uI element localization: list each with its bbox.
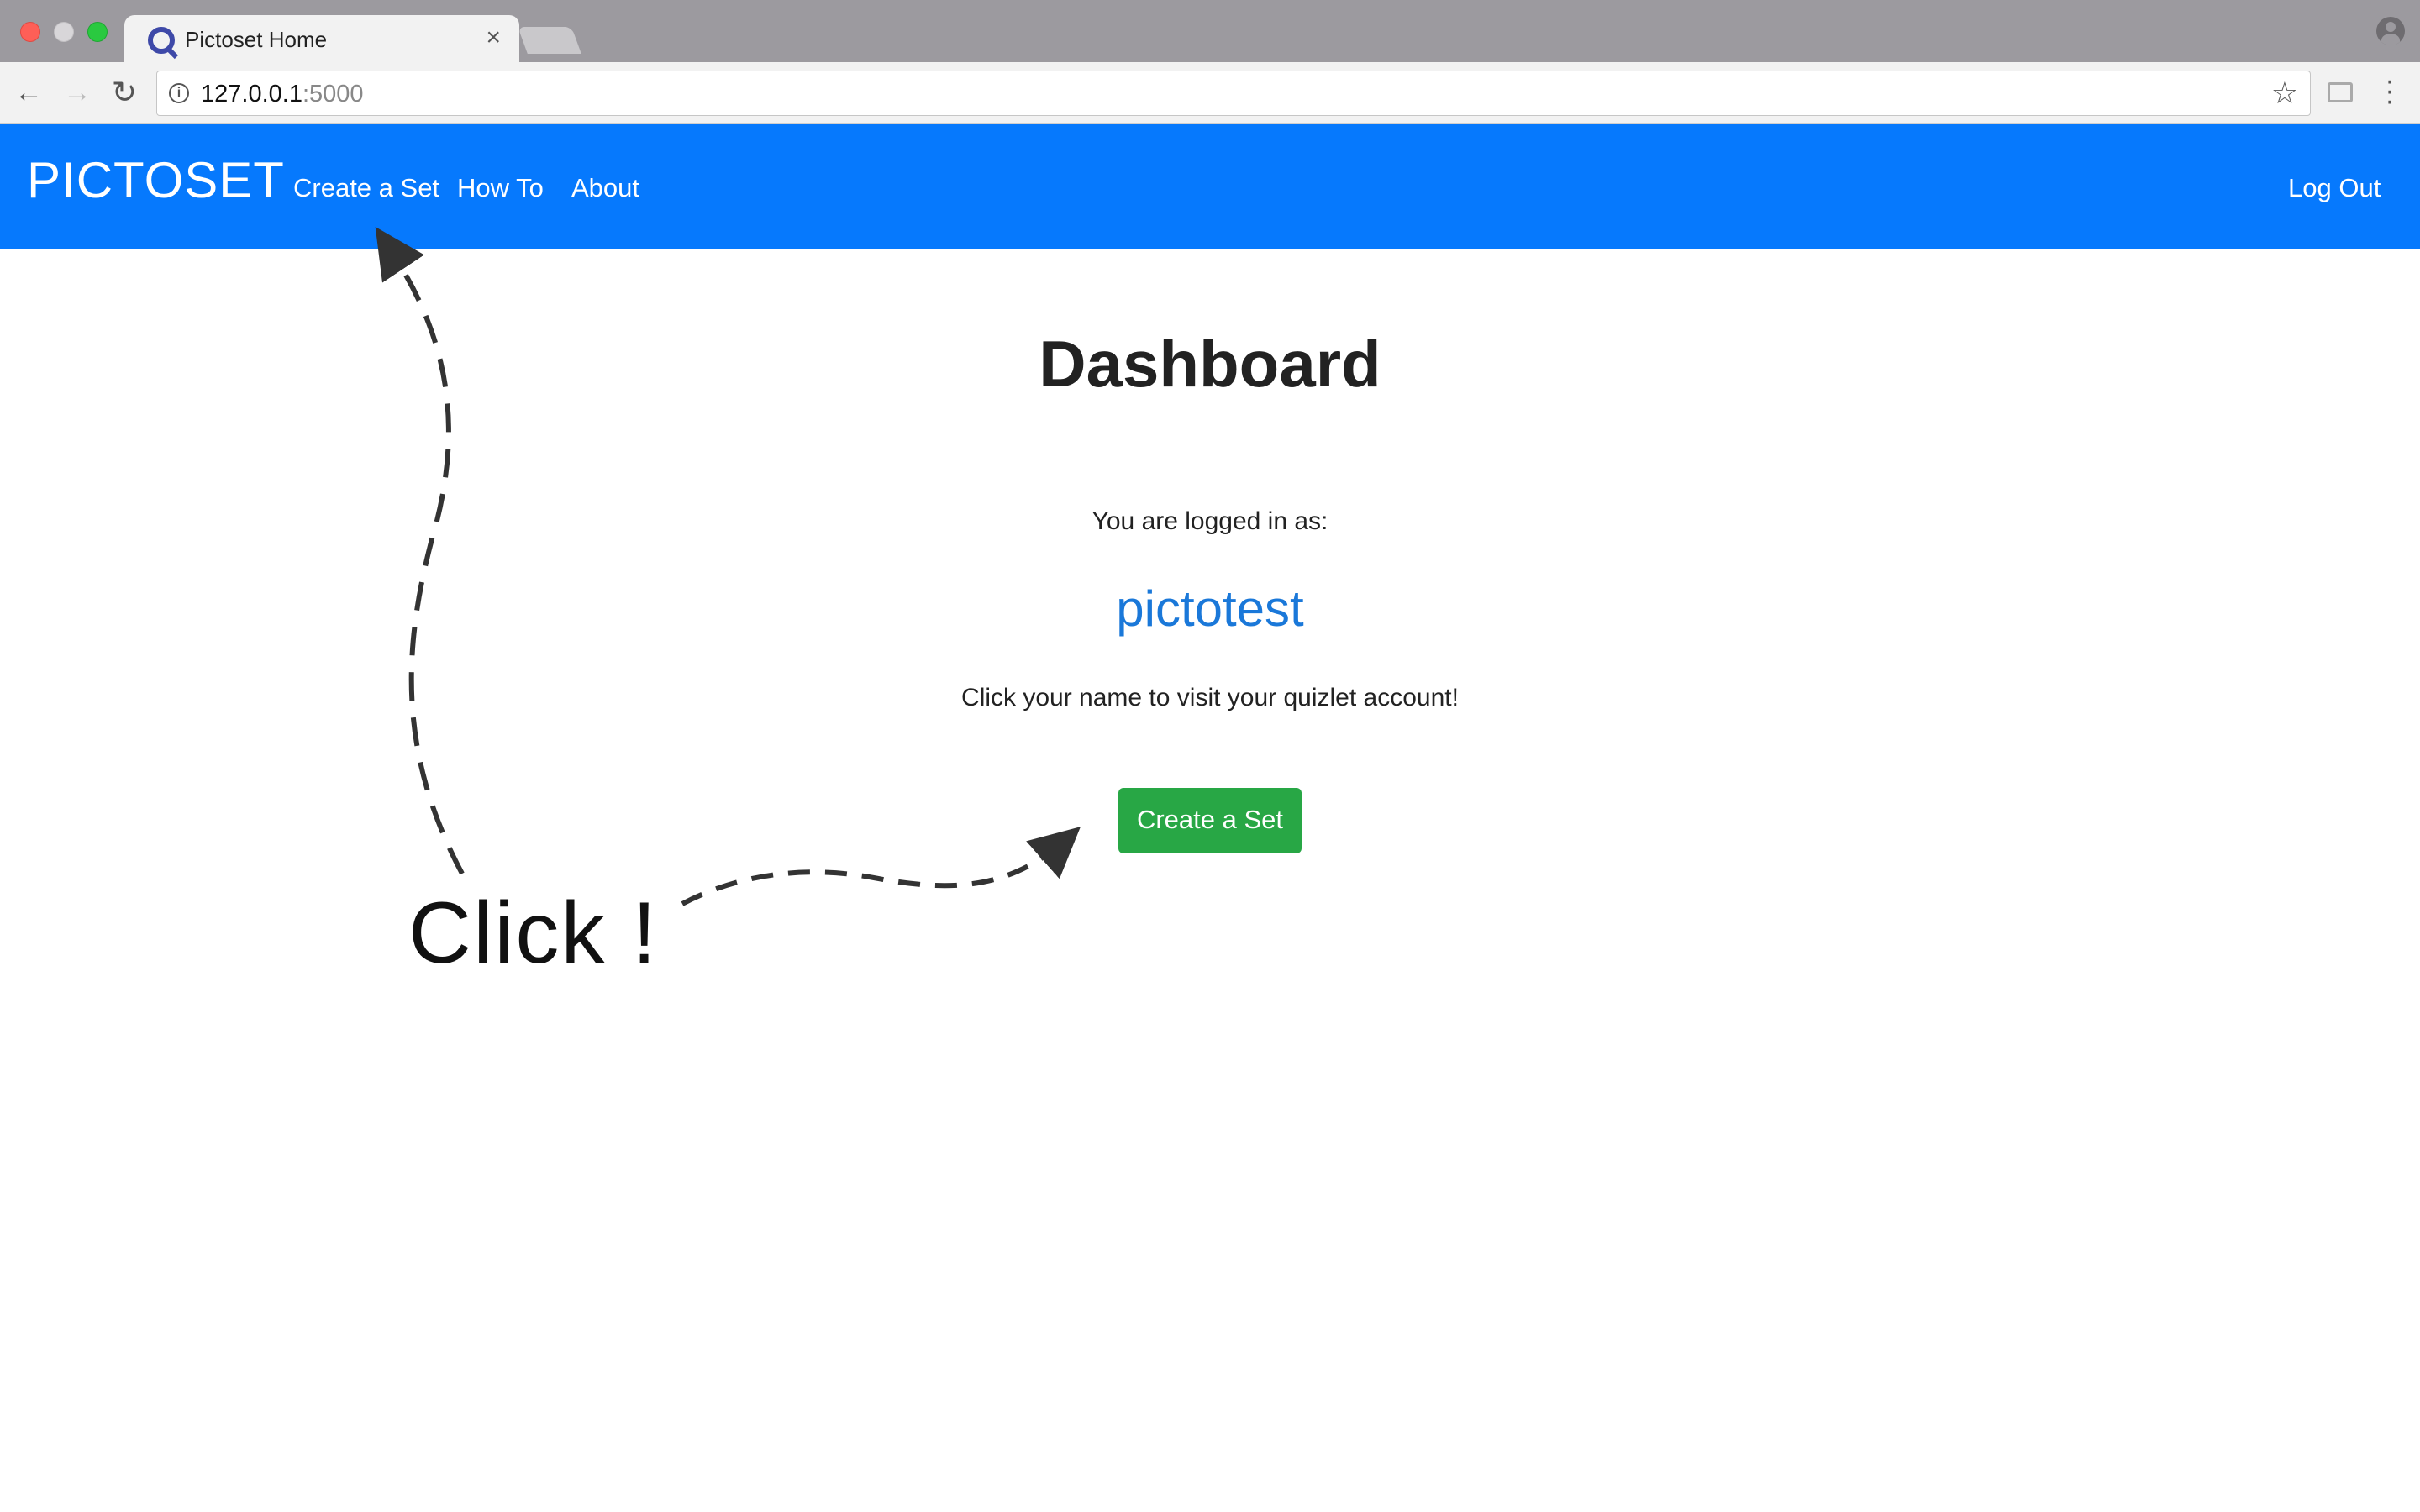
arrow-to-nav-link — [375, 227, 465, 875]
arrow-to-create-button — [681, 827, 1081, 906]
annotation-click-label: Click ! — [408, 885, 659, 982]
annotation-arrows — [375, 227, 1081, 906]
